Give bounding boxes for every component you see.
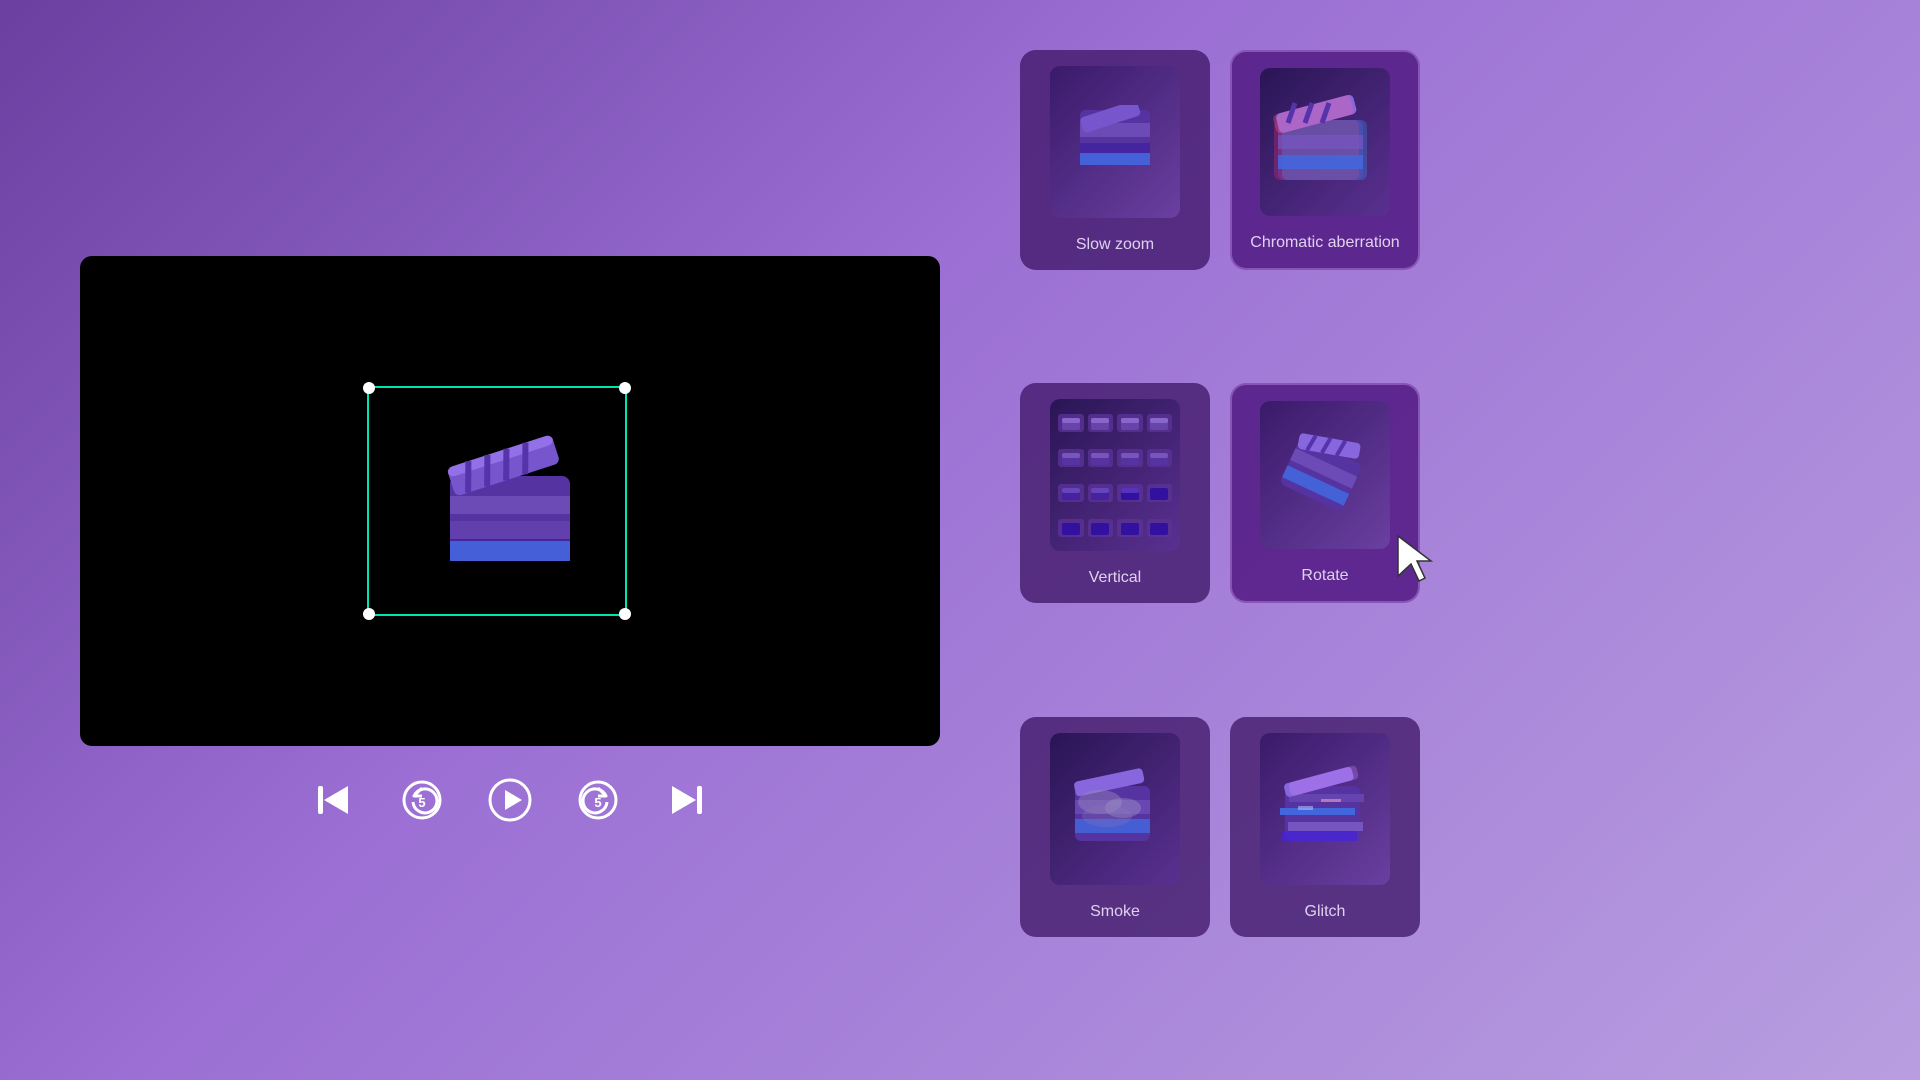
v-cell-1 (1058, 414, 1084, 432)
effect-smoke[interactable]: Smoke (1020, 717, 1210, 937)
smoke-thumbnail (1050, 733, 1180, 885)
rewind-5s-button[interactable]: 5 (398, 776, 446, 824)
cursor-arrow-icon (1393, 531, 1443, 591)
handle-bottom-right[interactable] (619, 608, 631, 620)
svg-text:5: 5 (594, 795, 601, 810)
v-cell-7 (1117, 449, 1143, 467)
main-layout: 5 5 (60, 40, 1860, 1040)
smoke-label: Smoke (1090, 903, 1140, 921)
video-canvas (80, 256, 940, 746)
vertical-thumbnail (1050, 399, 1180, 551)
v-cell-12 (1147, 484, 1173, 502)
skip-to-start-button[interactable] (310, 776, 358, 824)
handle-top-right[interactable] (619, 382, 631, 394)
glitch-label: Glitch (1305, 903, 1346, 921)
v-cell-3 (1117, 414, 1143, 432)
effect-vertical[interactable]: Vertical (1020, 383, 1210, 603)
forward-5s-button[interactable]: 5 (574, 776, 622, 824)
effect-rotate[interactable]: Rotate (1230, 383, 1420, 603)
v-cell-14 (1088, 519, 1114, 537)
v-cell-13 (1058, 519, 1084, 537)
effect-glitch[interactable]: Glitch (1230, 717, 1420, 937)
v-cell-10 (1088, 484, 1114, 502)
player-section: 5 5 (60, 256, 960, 824)
v-cell-2 (1088, 414, 1114, 432)
v-cell-11 (1117, 484, 1143, 502)
rotate-thumbnail (1260, 401, 1390, 549)
chromatic-aberration-thumbnail (1260, 68, 1390, 216)
v-cell-5 (1058, 449, 1084, 467)
v-cell-9 (1058, 484, 1084, 502)
skip-to-end-button[interactable] (662, 776, 710, 824)
v-cell-16 (1147, 519, 1173, 537)
handle-top-left[interactable] (363, 382, 375, 394)
effect-slow-zoom[interactable]: Slow zoom (1020, 50, 1210, 270)
svg-text:5: 5 (418, 795, 425, 810)
effects-grid: Slow zoom (1020, 40, 1420, 1040)
v-cell-4 (1147, 414, 1173, 432)
glitch-thumbnail (1260, 733, 1390, 885)
play-button[interactable] (486, 776, 534, 824)
effects-panel: Slow zoom (1020, 40, 1420, 1040)
rotate-label: Rotate (1301, 567, 1348, 585)
chromatic-aberration-label: Chromatic aberration (1250, 234, 1399, 252)
vertical-label: Vertical (1089, 569, 1141, 587)
playback-controls: 5 5 (310, 776, 710, 824)
v-cell-15 (1117, 519, 1143, 537)
effect-chromatic-aberration[interactable]: Chromatic aberration (1230, 50, 1420, 270)
handle-bottom-left[interactable] (363, 608, 375, 620)
selection-box (367, 386, 627, 616)
slow-zoom-label: Slow zoom (1076, 236, 1154, 254)
slow-zoom-thumbnail (1050, 66, 1180, 218)
v-cell-6 (1088, 449, 1114, 467)
v-cell-8 (1147, 449, 1173, 467)
